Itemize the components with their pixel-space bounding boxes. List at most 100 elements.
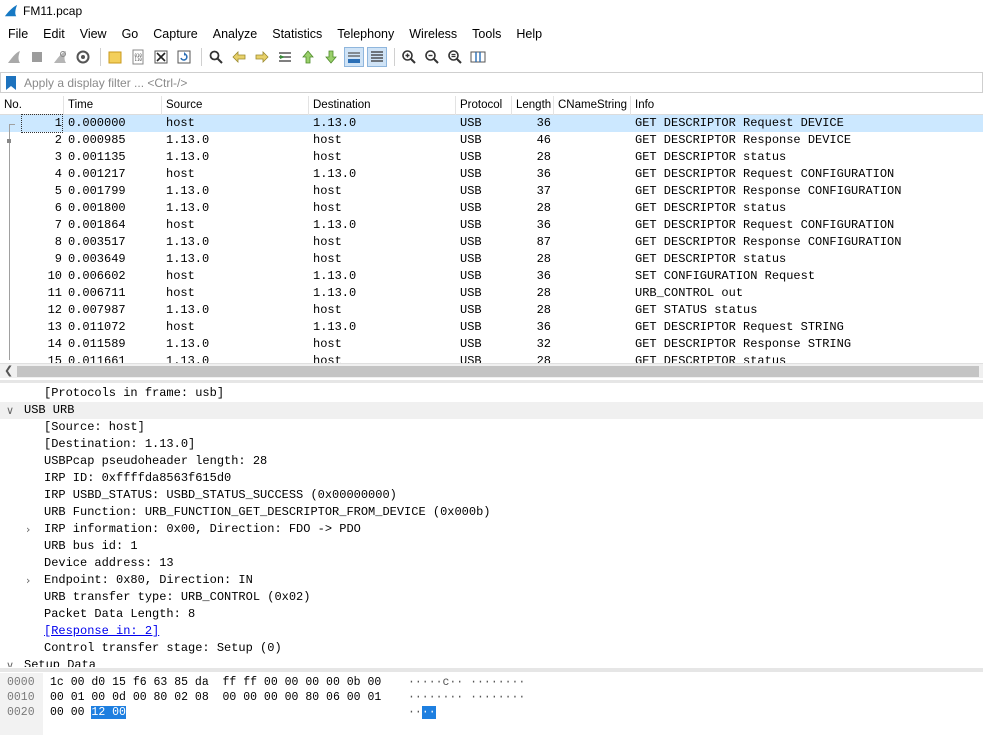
ascii-bytes[interactable]: ·····c·· ········ [408, 675, 525, 690]
ascii-bytes[interactable]: ···· [408, 705, 436, 720]
detail-row[interactable]: URB transfer type: URB_CONTROL (0x02) [0, 589, 983, 606]
packet-row[interactable]: 7 0.001864 host 1.13.0 USB 36 GET DESCRIPTOR R… [0, 217, 983, 234]
packet-list-horizontal-scrollbar[interactable]: ❮ [0, 363, 983, 378]
packet-destination: host [313, 303, 342, 317]
detail-row[interactable]: USBPcap pseudoheader length: 28 [0, 453, 983, 470]
display-filter-input[interactable] [24, 75, 924, 90]
packet-row[interactable]: 13 0.011072 host 1.13.0 USB 36 GET DESCRIPTOR … [0, 319, 983, 336]
detail-row[interactable]: IRP ID: 0xffffda8563f615d0 [0, 470, 983, 487]
resize-columns-button[interactable] [468, 47, 488, 67]
go-to-packet-button[interactable] [275, 47, 295, 67]
hex-bytes[interactable]: 00 01 00 0d 00 80 02 08 00 00 00 00 80 0… [50, 690, 381, 705]
packet-row[interactable]: 9 0.003649 1.13.0 host USB 28 GET DESCRIPTOR s… [0, 251, 983, 268]
ascii-bytes[interactable]: ········ ········ [408, 690, 525, 705]
column-header-time[interactable]: Time [64, 96, 162, 115]
column-header-info[interactable]: Info [631, 96, 983, 115]
first-packet-button[interactable] [298, 47, 318, 67]
packet-length: 28 [536, 286, 551, 300]
column-header-destination[interactable]: Destination [309, 96, 456, 115]
packet-number: 8 [54, 235, 62, 249]
packet-list-header: No. Time Source Destination Protocol Len… [0, 96, 983, 115]
stop-capture-button[interactable] [27, 47, 47, 67]
packet-time: 0.006711 [68, 286, 126, 300]
menu-file[interactable]: File [0, 27, 35, 41]
packet-row[interactable]: 10 0.006602 host 1.13.0 USB 36 SET CONFIGURATI… [0, 268, 983, 285]
detail-row[interactable]: › Endpoint: 0x80, Direction: IN [0, 572, 983, 589]
column-header-source[interactable]: Source [162, 96, 309, 115]
detail-row[interactable]: [Response in: 2] [0, 623, 983, 640]
normal-size-button[interactable] [445, 47, 465, 67]
packet-row[interactable]: 4 0.001217 host 1.13.0 USB 36 GET DESCRIPTOR R… [0, 166, 983, 183]
menu-help[interactable]: Help [508, 27, 549, 41]
detail-row[interactable]: ∨ USB URB [0, 402, 983, 419]
packet-row[interactable]: 6 0.001800 1.13.0 host USB 28 GET DESCRIPTOR s… [0, 200, 983, 217]
detail-row[interactable]: ∨ Setup Data [0, 657, 983, 667]
packet-row[interactable]: 2 0.000985 1.13.0 host USB 46 GET DESCRIPTOR R… [0, 132, 983, 149]
column-header-length[interactable]: Length [512, 96, 554, 115]
detail-row[interactable]: URB bus id: 1 [0, 538, 983, 555]
colorize-button[interactable] [367, 47, 387, 67]
chevron-down-icon[interactable]: ∨ [6, 657, 14, 667]
packet-row[interactable]: 1 0.000000 host 1.13.0 USB 36 GET DESCRIPTOR R… [0, 114, 983, 133]
menu-view[interactable]: View [72, 27, 114, 41]
column-header-cnamestring[interactable]: CNameString [554, 96, 631, 115]
chevron-right-icon[interactable]: › [26, 572, 30, 589]
open-file-button[interactable] [105, 47, 125, 67]
packet-source: 1.13.0 [166, 337, 210, 351]
packet-row[interactable]: 3 0.001135 1.13.0 host USB 28 GET DESCRIPTOR s… [0, 149, 983, 166]
response-in-link[interactable]: [Response in: 2] [44, 623, 159, 640]
detail-row[interactable]: IRP USBD_STATUS: USBD_STATUS_SUCCESS (0x… [0, 487, 983, 504]
find-packet-button[interactable] [206, 47, 226, 67]
related-packet-line [9, 124, 10, 360]
packet-number: 14 [47, 337, 62, 351]
detail-row[interactable]: › IRP information: 0x00, Direction: FDO -… [0, 521, 983, 538]
detail-row[interactable]: [Protocols in frame: usb] [0, 385, 983, 402]
packet-row[interactable]: 11 0.006711 host 1.13.0 USB 28 URB_CONTROL out [0, 285, 983, 302]
scroll-left-icon[interactable]: ❮ [4, 364, 13, 378]
menu-capture[interactable]: Capture [145, 27, 204, 41]
menu-wireless[interactable]: Wireless [401, 27, 464, 41]
detail-row[interactable]: Packet Data Length: 8 [0, 606, 983, 623]
packet-row[interactable]: 8 0.003517 1.13.0 host USB 87 GET DESCRIPTOR R… [0, 234, 983, 251]
close-file-button[interactable] [151, 47, 171, 67]
detail-row[interactable]: [Destination: 1.13.0] [0, 436, 983, 453]
column-header-no[interactable]: No. [0, 96, 64, 115]
chevron-down-icon[interactable]: ∨ [6, 402, 14, 419]
autoscroll-button[interactable] [344, 47, 364, 67]
chevron-right-icon[interactable]: › [26, 521, 30, 538]
detail-text: [Source: host] [44, 420, 145, 434]
detail-row[interactable]: Device address: 13 [0, 555, 983, 572]
go-back-button[interactable] [229, 47, 249, 67]
menu-analyze[interactable]: Analyze [205, 27, 264, 41]
detail-row[interactable]: URB Function: URB_FUNCTION_GET_DESCRIPTO… [0, 504, 983, 521]
menu-statistics[interactable]: Statistics [264, 27, 329, 41]
scrollbar-thumb[interactable] [17, 366, 979, 377]
menu-telephony[interactable]: Telephony [329, 27, 401, 41]
packet-row[interactable]: 5 0.001799 1.13.0 host USB 37 GET DESCRIPTOR R… [0, 183, 983, 200]
save-file-button[interactable]: 010 110 [128, 47, 148, 67]
zoom-out-button[interactable] [422, 47, 442, 67]
menu-tools[interactable]: Tools [464, 27, 508, 41]
menu-go[interactable]: Go [114, 27, 146, 41]
detail-row[interactable]: [Source: host] [0, 419, 983, 436]
detail-row[interactable]: Control transfer stage: Setup (0) [0, 640, 983, 657]
menu-edit[interactable]: Edit [35, 27, 72, 41]
capture-options-button[interactable] [73, 47, 93, 67]
hex-bytes[interactable]: 00 00 12 00 [50, 705, 126, 720]
bookmark-icon[interactable] [4, 75, 18, 91]
reload-file-button[interactable] [174, 47, 194, 67]
start-capture-button[interactable] [4, 47, 24, 67]
restart-capture-button[interactable] [50, 47, 70, 67]
hex-bytes[interactable]: 1c 00 d0 15 f6 63 85 da ff ff 00 00 00 0… [50, 675, 381, 690]
column-header-protocol[interactable]: Protocol [456, 96, 512, 115]
restart-fin-icon [54, 51, 66, 63]
pane-splitter[interactable] [0, 668, 983, 672]
pane-splitter[interactable] [0, 380, 983, 383]
zoom-in-button[interactable] [399, 47, 419, 67]
packet-row[interactable]: 15 0.011661 1.13.0 host USB 28 GET DESCRIPTOR … [0, 353, 983, 363]
last-packet-button[interactable] [321, 47, 341, 67]
packet-info: GET DESCRIPTOR status [635, 354, 787, 363]
packet-row[interactable]: 14 0.011589 1.13.0 host USB 32 GET DESCRIPTOR … [0, 336, 983, 353]
packet-row[interactable]: 12 0.007987 1.13.0 host USB 28 GET STATUS stat… [0, 302, 983, 319]
go-forward-button[interactable] [252, 47, 272, 67]
